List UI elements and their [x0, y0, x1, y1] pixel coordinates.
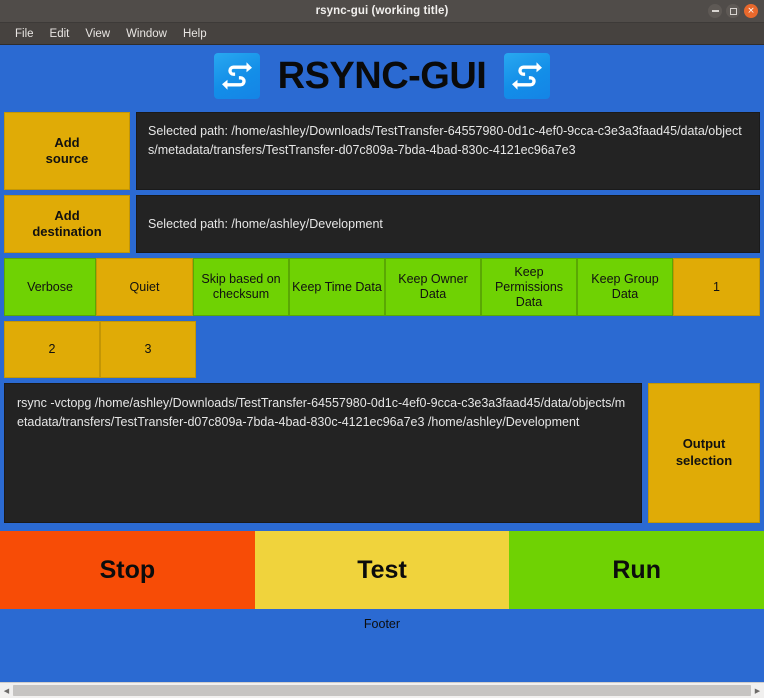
minimize-button[interactable] [708, 4, 722, 18]
footer: Footer [0, 609, 764, 639]
action-buttons: Stop Test Run [0, 531, 764, 609]
option-keep-permissions-data[interactable]: Keep Permissions Data [481, 258, 577, 316]
command-preview[interactable]: rsync -vctopg /home/ashley/Downloads/Tes… [4, 383, 642, 523]
option-skip-based-on-checksum[interactable]: Skip based on checksum [193, 258, 289, 316]
add-destination-label-line2: destination [32, 224, 102, 239]
run-button[interactable]: Run [509, 531, 764, 609]
command-row: rsync -vctopg /home/ashley/Downloads/Tes… [0, 383, 764, 523]
options-row-primary: Verbose Quiet Skip based on checksum Kee… [0, 258, 764, 316]
maximize-icon [729, 7, 737, 15]
title-bar: rsync-gui (working title) × [0, 0, 764, 23]
menu-item-edit[interactable]: Edit [42, 26, 78, 42]
output-selection-label-line2: selection [675, 453, 733, 468]
scroll-left-arrow-icon[interactable]: ◀ [0, 684, 13, 697]
menu-bar: File Edit View Window Help [0, 23, 764, 45]
option-quiet[interactable]: Quiet [96, 258, 193, 316]
sync-arrows-icon-right [504, 53, 551, 99]
option-keep-owner-data[interactable]: Keep Owner Data [385, 258, 481, 316]
close-button[interactable]: × [744, 4, 758, 18]
option-1[interactable]: 1 [673, 258, 760, 316]
option-3[interactable]: 3 [100, 321, 196, 378]
add-destination-label-line1: Add [54, 207, 80, 223]
option-verbose[interactable]: Verbose [4, 258, 96, 316]
source-row: Add source Selected path: /home/ashley/D… [0, 112, 764, 190]
add-source-label-line1: Add [54, 134, 80, 150]
output-selection-label-line1: Output [682, 436, 726, 452]
scrollbar-thumb[interactable] [13, 685, 751, 696]
menu-item-file[interactable]: File [7, 26, 42, 42]
scroll-right-arrow-icon[interactable]: ▶ [751, 684, 764, 697]
source-path-display[interactable]: Selected path: /home/ashley/Downloads/Te… [136, 112, 760, 190]
sync-arrows-icon-left [213, 53, 260, 99]
test-button[interactable]: Test [254, 531, 510, 609]
application-window: rsync-gui (working title) × File Edit Vi… [0, 0, 764, 698]
destination-row: Add destination Selected path: /home/ash… [0, 195, 764, 253]
maximize-button[interactable] [726, 4, 740, 18]
option-2[interactable]: 2 [4, 321, 100, 378]
page-title: RSYNC-GUI [277, 55, 487, 97]
output-selection-button[interactable]: Output selection [648, 383, 760, 523]
option-keep-group-data[interactable]: Keep Group Data [577, 258, 673, 316]
window-controls: × [708, 0, 758, 22]
menu-item-window[interactable]: Window [118, 26, 175, 42]
main-content: RSYNC-GUI Add source Selected path: /hom… [0, 45, 764, 682]
add-destination-button[interactable]: Add destination [4, 195, 130, 253]
window-title: rsync-gui (working title) [315, 5, 449, 17]
add-source-button[interactable]: Add source [4, 112, 130, 190]
horizontal-scrollbar[interactable]: ◀ ▶ [0, 682, 764, 698]
option-keep-time-data[interactable]: Keep Time Data [289, 258, 385, 316]
close-icon: × [747, 5, 755, 16]
add-source-label-line2: source [45, 151, 89, 166]
options-row-secondary: 2 3 [0, 321, 764, 378]
menu-item-view[interactable]: View [77, 26, 118, 42]
scrollbar-track[interactable] [13, 685, 751, 696]
minimize-icon [711, 10, 719, 12]
stop-button[interactable]: Stop [0, 531, 255, 609]
menu-item-help[interactable]: Help [175, 26, 215, 42]
options-row-spacer [196, 321, 760, 378]
app-header: RSYNC-GUI [0, 45, 764, 107]
destination-path-display[interactable]: Selected path: /home/ashley/Development [136, 195, 760, 253]
